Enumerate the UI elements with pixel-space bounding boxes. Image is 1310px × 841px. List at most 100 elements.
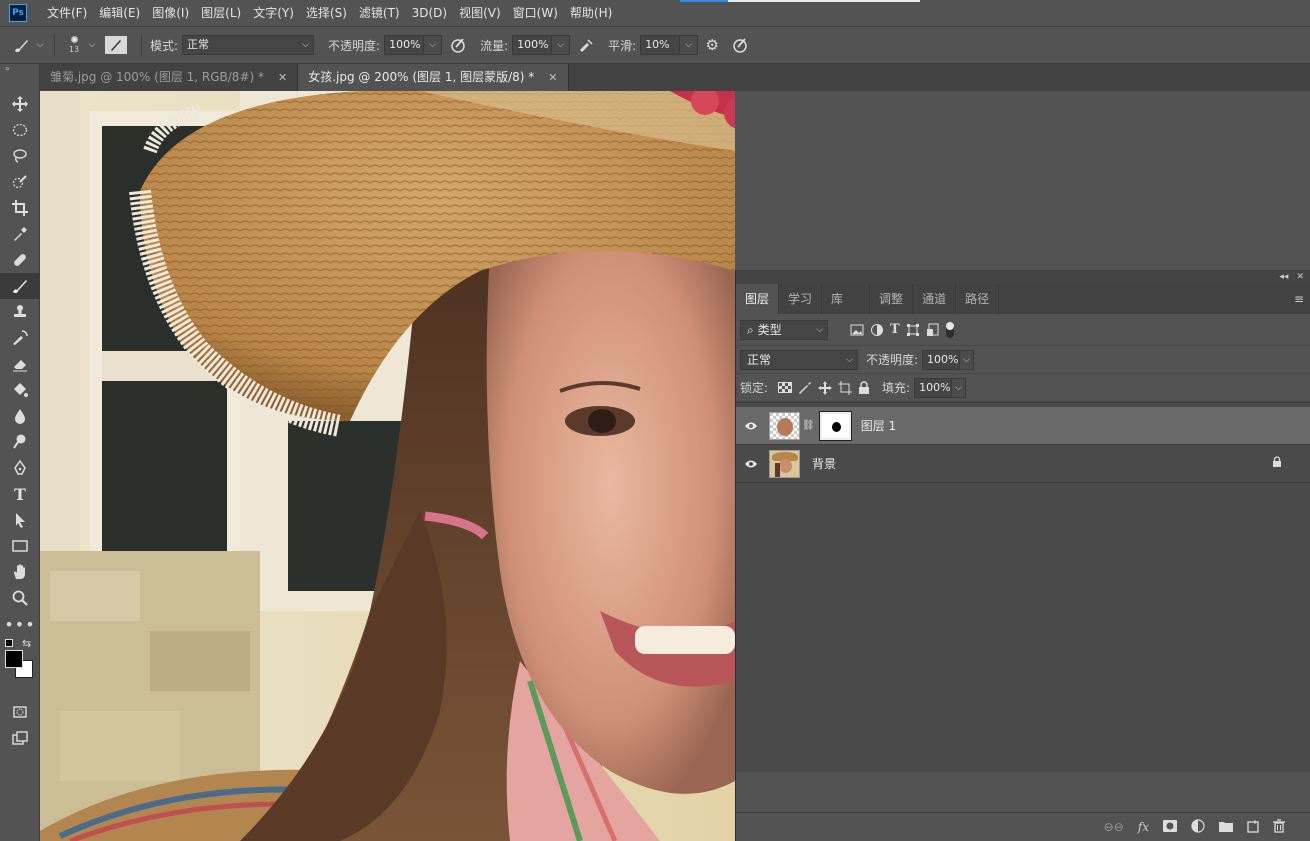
close-icon[interactable]: ✕ [278,64,287,91]
healing-tool-icon[interactable] [0,247,40,273]
layer-opacity-dropdown[interactable]: ⌵ [960,349,975,370]
pressure-opacity-icon[interactable] [442,36,474,54]
tab-daisy[interactable]: 雏菊.jpg @ 100% (图层 1, RGB/8#) * ✕ [40,64,299,91]
trash-icon[interactable] [1273,818,1285,836]
brush-size-picker[interactable]: 13 [63,30,85,60]
expand-icon[interactable]: » [0,64,39,73]
dodge-tool-icon[interactable] [0,429,40,455]
zoom-tool-icon[interactable] [0,585,40,611]
menu-view[interactable]: 视图(V) [453,0,507,26]
brush-panel-icon[interactable] [105,36,127,54]
menu-layer[interactable]: 图层(L) [195,0,247,26]
adjustment-layer-icon[interactable] [1191,818,1205,836]
hand-tool-icon[interactable] [0,559,40,585]
tab-paths[interactable]: 路径 [956,284,1000,314]
opacity-dropdown[interactable]: ⌵ [424,35,443,55]
collapse-icon[interactable]: ◂◂ [1279,272,1288,282]
eraser-tool-icon[interactable] [0,351,40,377]
brush-preset-icon[interactable] [8,36,34,54]
smart-object-filter-icon[interactable] [926,323,940,337]
eye-icon[interactable] [736,459,766,469]
lock-icon[interactable] [1272,456,1282,471]
blend-mode-select[interactable]: 正常 ⌵ [740,349,858,370]
menu-help[interactable]: 帮助(H) [564,0,618,26]
swap-colors-icon[interactable]: ⇆ [22,637,31,650]
filter-toggle[interactable] [945,321,954,338]
fill-input[interactable]: 100% [914,377,953,398]
flow-dropdown[interactable]: ⌵ [552,35,571,55]
stamp-tool-icon[interactable] [0,299,40,325]
menu-file[interactable]: 文件(F) [41,0,93,26]
menu-filter[interactable]: 滤镜(T) [353,0,406,26]
shape-filter-icon[interactable] [906,323,920,337]
quick-select-tool-icon[interactable] [0,169,40,195]
default-colors-icon[interactable] [5,639,13,647]
fill-dropdown[interactable]: ⌵ [952,377,967,398]
menu-3d[interactable]: 3D(D) [406,0,453,26]
type-filter-icon[interactable]: T [890,322,900,337]
move-tool-icon[interactable] [0,91,40,117]
blur-tool-icon[interactable] [0,403,40,429]
pressure-size-icon[interactable] [726,36,754,54]
link-layers-icon[interactable]: ⊖⊖ [1104,820,1124,834]
path-select-tool-icon[interactable] [0,507,40,533]
smooth-input[interactable]: 10% [640,35,681,55]
fx-icon[interactable]: fx [1138,820,1149,834]
layer-thumbnail[interactable] [769,449,800,478]
tab-channels[interactable]: 通道 [913,284,957,314]
quick-mask-icon[interactable] [0,699,40,725]
close-icon[interactable]: ✕ [1296,272,1304,282]
layer-thumbnail[interactable] [769,411,800,440]
adjustment-filter-icon[interactable] [870,323,884,337]
marquee-tool-icon[interactable] [0,117,40,143]
layer-row-background[interactable]: 背景 [736,445,1310,483]
menu-window[interactable]: 窗口(W) [507,0,564,26]
add-mask-icon[interactable] [1163,819,1177,835]
menu-type[interactable]: 文字(Y) [247,0,300,26]
history-brush-tool-icon[interactable] [0,325,40,351]
image-filter-icon[interactable] [850,324,864,336]
rectangle-tool-icon[interactable] [0,533,40,559]
menu-image[interactable]: 图像(I) [146,0,195,26]
lock-all-icon[interactable] [858,380,870,395]
tab-layers[interactable]: 图层 [736,284,780,314]
brush-tool-icon[interactable] [0,273,40,299]
close-icon[interactable]: ✕ [548,64,557,91]
foreground-color-swatch[interactable] [5,650,23,668]
new-layer-icon[interactable] [1247,819,1259,836]
photoshop-logo[interactable]: Ps [9,4,27,22]
type-tool-icon[interactable]: T [0,481,40,507]
mode-select[interactable]: 正常 ⌵ [182,35,315,55]
tab-learn[interactable]: 学习 [779,284,823,314]
menu-edit[interactable]: 编辑(E) [93,0,146,26]
lock-pixels-icon[interactable] [798,381,812,395]
lock-artboard-icon[interactable] [838,380,853,395]
document-canvas[interactable] [40,91,735,841]
screen-mode-icon[interactable] [0,725,40,751]
folder-icon[interactable] [1219,820,1233,835]
pen-tool-icon[interactable] [0,455,40,481]
chevron-down-icon[interactable]: ⌵ [85,40,99,50]
opacity-input[interactable]: 100% [384,35,425,55]
flow-input[interactable]: 100% [512,35,553,55]
tab-adjustments[interactable]: 调整 [870,284,914,314]
crop-tool-icon[interactable] [0,195,40,221]
airbrush-icon[interactable] [570,36,602,54]
layer-row-layer1[interactable]: ⛓ 图层 1 [736,407,1310,445]
eye-icon[interactable] [736,421,766,431]
layer-name[interactable]: 图层 1 [861,417,896,434]
gear-icon[interactable]: ⚙ [698,36,726,54]
menu-select[interactable]: 选择(S) [300,0,353,26]
link-icon[interactable]: ⛓ [802,420,815,431]
tab-libraries[interactable]: 库 [822,284,871,314]
lock-transparent-icon[interactable] [778,382,793,393]
hamburger-menu-icon[interactable]: ≡ [1294,284,1304,314]
layer-name[interactable]: 背景 [812,455,836,472]
layer-mask-thumbnail[interactable] [818,410,852,441]
more-tools-icon[interactable]: ••• [0,611,40,637]
paint-bucket-tool-icon[interactable] [0,377,40,403]
layer-opacity-input[interactable]: 100% [922,349,961,370]
chevron-down-icon[interactable]: ⌵ [34,40,46,50]
filter-kind-select[interactable]: ⌕ 类型 ⌵ [740,319,828,340]
smooth-dropdown[interactable]: ⌵ [680,35,699,55]
